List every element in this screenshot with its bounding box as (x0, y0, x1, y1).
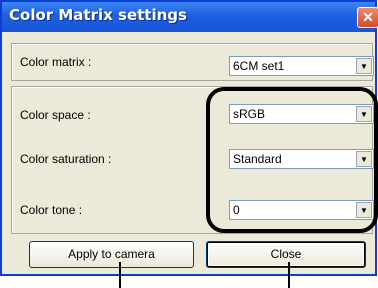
chevron-down-icon[interactable]: ▼ (356, 58, 372, 74)
title-bar[interactable]: Color Matrix settings ✕ (2, 2, 378, 32)
callout-leader-apply (119, 262, 121, 288)
color-tone-label: Color tone : (20, 203, 83, 217)
callout-highlight-box (206, 87, 378, 233)
color-matrix-select[interactable]: 6CM set1 ▼ (229, 56, 374, 76)
window-close-button[interactable]: ✕ (357, 7, 378, 28)
close-icon: ✕ (362, 9, 374, 25)
window-title: Color Matrix settings (9, 6, 187, 24)
callout-leader-close (288, 262, 290, 288)
color-space-label: Color space : (20, 108, 91, 122)
apply-to-camera-button[interactable]: Apply to camera (29, 241, 194, 268)
color-matrix-label: Color matrix : (20, 55, 92, 69)
color-saturation-label: Color saturation : (20, 152, 112, 166)
color-matrix-value: 6CM set1 (233, 59, 285, 73)
close-button[interactable]: Close (206, 241, 366, 268)
